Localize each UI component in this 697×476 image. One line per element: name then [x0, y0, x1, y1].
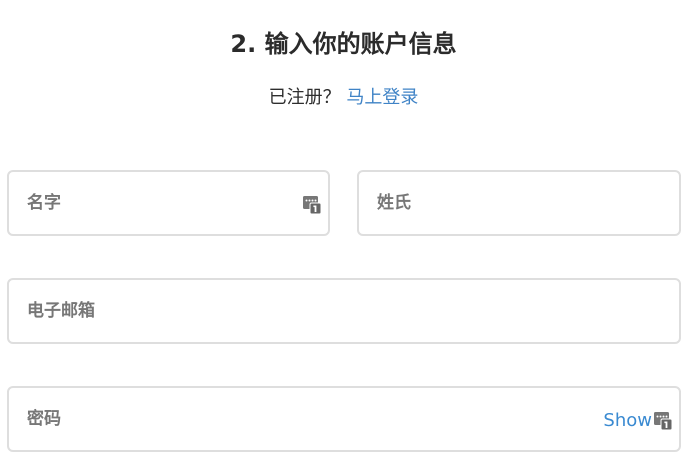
first-name-input[interactable] [9, 172, 328, 234]
login-link[interactable]: 马上登录 [346, 87, 418, 108]
login-prompt: 已注册？ 马上登录 [0, 83, 687, 109]
show-password-toggle[interactable]: Show [603, 410, 652, 431]
password-manager-icon[interactable] [654, 410, 672, 430]
last-name-input[interactable] [359, 172, 679, 234]
password-field: Show [7, 386, 681, 452]
page-title: 2. 输入你的账户信息 [230, 30, 457, 58]
last-name-field [357, 170, 681, 236]
password-input[interactable] [9, 388, 679, 450]
login-prompt-text: 已注册？ [268, 87, 341, 108]
email-field [7, 278, 681, 344]
password-manager-icon[interactable] [303, 194, 321, 214]
email-input[interactable] [9, 280, 679, 342]
account-info-form: 2. 输入你的账户信息 已注册？ 马上登录 Show [0, 0, 697, 476]
first-name-field [7, 170, 330, 236]
